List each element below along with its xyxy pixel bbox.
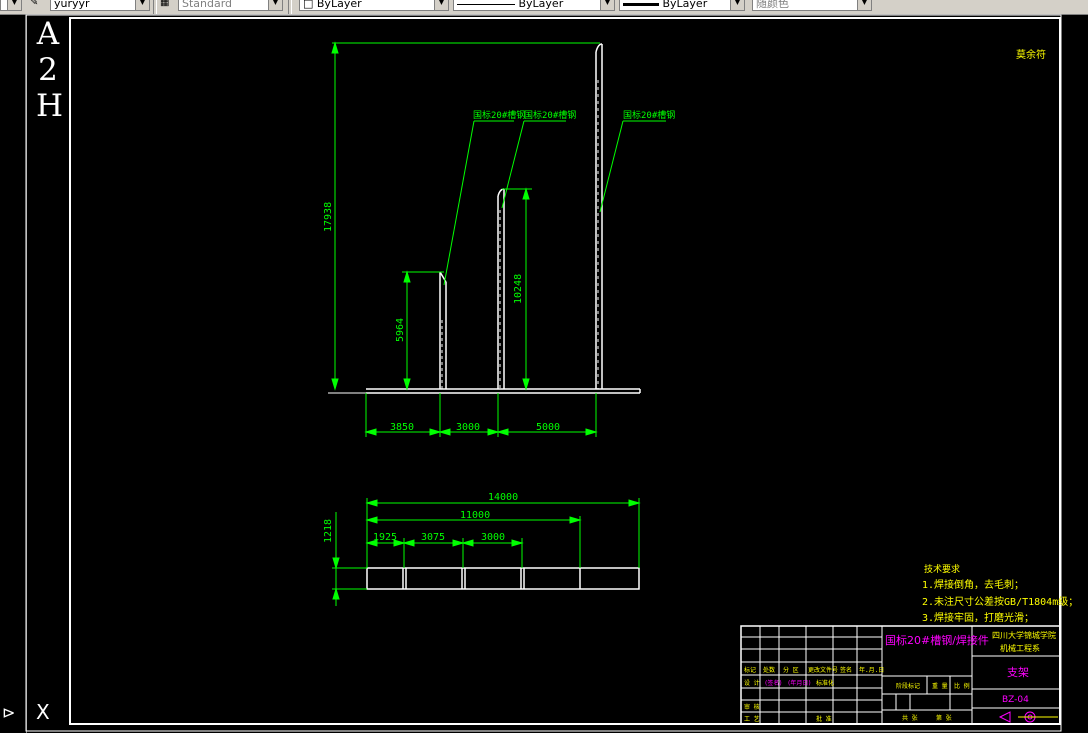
notes-line-2: 2.未注尺寸公差按GB/T1804m级； — [922, 595, 1078, 608]
title-school-line2: 机械工程系 — [1000, 643, 1040, 653]
signature-label: (签名) — [765, 679, 782, 687]
svg-text:工 艺: 工 艺 — [744, 715, 760, 723]
dim-plan-a: 1925 — [373, 532, 397, 543]
leader-label-middle: 国标20#槽钢 — [524, 109, 576, 121]
svg-text:年.月.日: 年.月.日 — [859, 666, 884, 674]
title-block: 国标20#槽钢/焊接件 四川大学锦城学院 机械工程系 支架 BZ-04 标记 处… — [740, 625, 1061, 725]
plan-post-lines — [402, 568, 581, 589]
dim-total-height: 17938 — [323, 202, 334, 232]
dim-plan-b: 3075 — [421, 532, 445, 543]
leader-lines — [443, 120, 666, 286]
title-school-line1: 四川大学锦城学院 — [992, 630, 1056, 640]
drawing-canvas[interactable]: 莫余符 国标20#槽钢 国标20#槽钢 国标20#槽钢 17938 5964 1… — [0, 0, 1088, 733]
svg-text:更改文件号: 更改文件号 — [808, 666, 838, 674]
svg-text:比 例: 比 例 — [954, 682, 970, 690]
plan-outline — [366, 567, 640, 590]
date-label: (年月日) — [788, 679, 811, 687]
elevation-view: 国标20#槽钢 国标20#槽钢 国标20#槽钢 17938 5964 10248 — [323, 41, 675, 437]
svg-text:标记: 标记 — [744, 666, 756, 674]
right-post — [595, 43, 603, 389]
vertical-dimensions — [331, 41, 600, 391]
technical-notes: 技术要求 1.焊接倒角，去毛刺； 2.未注尺寸公差按GB/T1804m级； 3.… — [922, 563, 1078, 624]
dim-plan-depth: 1218 — [323, 519, 334, 543]
dim-spacing-1: 3850 — [390, 422, 414, 433]
left-post — [439, 271, 447, 389]
plan-view: 14000 11000 1925 3075 3000 1218 — [323, 492, 641, 606]
svg-text:重 量: 重 量 — [932, 682, 948, 690]
title-material: 国标20#槽钢/焊接件 — [885, 633, 989, 647]
svg-text:标准化: 标准化 — [816, 679, 834, 687]
svg-text:审 核: 审 核 — [744, 703, 760, 711]
svg-text:共 张: 共 张 — [902, 714, 918, 722]
dim-spacing-2: 3000 — [456, 422, 480, 433]
stage-labels: 阶段标记 重 量 比 例 共 张 第 张 — [896, 682, 970, 722]
leader-label-right: 国标20#槽钢 — [623, 109, 675, 121]
dim-left-height: 5964 — [395, 318, 406, 342]
svg-text:设 计: 设 计 — [744, 679, 760, 687]
notes-title: 技术要求 — [924, 563, 960, 575]
dim-overall-length: 14000 — [488, 492, 518, 503]
leader-label-left: 国标20#槽钢 — [473, 109, 525, 121]
dim-plan-c: 3000 — [481, 532, 505, 543]
outer-sheet-border — [25, 14, 1062, 732]
middle-post — [497, 188, 505, 389]
svg-text:批 准: 批 准 — [816, 715, 832, 723]
title-part-name: 支架 — [1007, 666, 1029, 679]
dim-middle-height: 10248 — [513, 274, 524, 304]
notes-line-1: 1.焊接倒角，去毛刺； — [922, 578, 1024, 591]
title-drawing-no: BZ-04 — [1002, 695, 1029, 705]
dim-spacing-3: 5000 — [536, 422, 560, 433]
svg-text:第 张: 第 张 — [936, 714, 952, 722]
svg-text:处数: 处数 — [763, 666, 775, 674]
svg-text:分 区: 分 区 — [783, 666, 799, 674]
inner-sheet-border — [69, 17, 1061, 725]
dim-inner-length: 11000 — [460, 510, 490, 521]
svg-text:签名: 签名 — [840, 666, 852, 674]
svg-text:阶段标记: 阶段标记 — [896, 682, 920, 690]
corner-note: 莫余符 — [1016, 48, 1046, 61]
notes-line-3: 3.焊接牢固，打磨光滑； — [922, 611, 1034, 624]
